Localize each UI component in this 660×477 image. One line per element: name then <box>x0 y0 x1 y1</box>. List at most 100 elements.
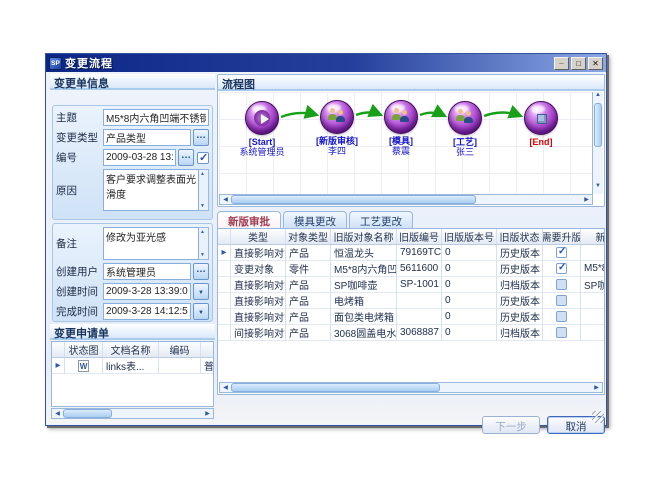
selected-row-icon <box>55 360 60 371</box>
reason-scrollbar[interactable] <box>199 169 209 211</box>
scroll-left-icon[interactable]: ◀ <box>220 196 231 203</box>
upgrade-checkbox[interactable] <box>556 263 567 274</box>
minimize-button[interactable] <box>554 57 569 70</box>
request-table-hscrollbar[interactable]: ◀ ▶ <box>51 408 214 419</box>
col-new[interactable]: 新版 <box>581 229 605 244</box>
subject-input[interactable] <box>103 109 209 126</box>
craft-node-tag: [工艺] <box>423 137 507 147</box>
approval-table-hscrollbar[interactable]: ◀ ▶ <box>219 382 603 393</box>
reason-textarea[interactable]: 客户要求调整表面光滑度 <box>103 169 199 211</box>
scroll-thumb[interactable] <box>63 409 112 418</box>
create-user-input[interactable] <box>103 263 191 280</box>
request-table-header-row: 状态图 文档名称 编码 <box>52 342 213 358</box>
flow-chart-header: 流程图 <box>218 75 604 91</box>
finish-time-label: 完成时间 <box>56 304 103 319</box>
people-node-icon <box>384 100 418 134</box>
col-old-name[interactable]: 旧版对象名称 <box>331 229 397 244</box>
close-button[interactable] <box>588 57 603 70</box>
number-ellipsis-button[interactable] <box>178 149 194 166</box>
col-code[interactable]: 编码 <box>159 342 201 357</box>
subject-label: 主题 <box>56 110 103 125</box>
number-input[interactable] <box>103 149 176 166</box>
remark-scrollbar[interactable] <box>199 227 209 260</box>
col-need-upgrade[interactable]: 需要升版 <box>543 229 581 244</box>
tab-new-version-approval[interactable]: 新版审批 <box>217 211 281 228</box>
change-process-window: 变更流程 变更单信息 主题 变更类型 <box>45 53 607 426</box>
titlebar[interactable]: 变更流程 <box>46 54 606 72</box>
resize-grip[interactable] <box>592 411 604 423</box>
flow-node-mold[interactable] <box>384 100 418 134</box>
flow-vscrollbar[interactable]: ▲ ▼ <box>592 92 603 194</box>
desktop: 变更流程 变更单信息 主题 变更类型 <box>0 0 660 477</box>
start-node-name: 系统管理员 <box>220 147 304 157</box>
scroll-left-icon[interactable]: ◀ <box>220 384 231 391</box>
table-row[interactable]: 直接影响对象 产品 面包类电烤箱 0 历史版本 <box>218 309 605 325</box>
col-old-ver[interactable]: 旧版版本号 <box>442 229 497 244</box>
finish-time-dropdown-button[interactable] <box>193 303 209 320</box>
remark-textarea[interactable]: 修改为亚光感 <box>103 227 199 260</box>
request-table-row[interactable]: links表... 普通 <box>52 358 213 374</box>
end-node-icon <box>524 101 558 135</box>
create-user-label: 创建用户 <box>56 264 103 279</box>
end-node-tag: [End] <box>499 137 583 147</box>
scroll-thumb[interactable] <box>594 103 602 147</box>
tab-mold-change[interactable]: 模具更改 <box>283 211 347 228</box>
app-icon <box>49 57 62 70</box>
flow-node-review[interactable] <box>320 100 354 134</box>
create-time-dropdown-button[interactable] <box>193 283 209 300</box>
number-label: 编号 <box>56 150 103 165</box>
col-doc-name[interactable]: 文档名称 <box>103 342 159 357</box>
scroll-right-icon[interactable]: ▶ <box>581 196 592 203</box>
table-row[interactable]: 直接影响对象 产品 电烤箱 0 历史版本 <box>218 293 605 309</box>
scroll-thumb[interactable] <box>231 195 476 204</box>
tab-craft-change[interactable]: 工艺更改 <box>349 211 413 228</box>
maximize-button[interactable] <box>571 57 586 70</box>
flow-chart-canvas[interactable]: [Start] 系统管理员 [新版审核] 李四 <box>219 92 592 194</box>
table-row[interactable]: 间接影响对象 产品 3068圆盖电水壶 3068887 0 归档版本 <box>218 325 605 341</box>
people-node-icon <box>448 101 482 135</box>
scroll-thumb[interactable] <box>231 383 440 392</box>
upgrade-checkbox[interactable] <box>556 295 567 306</box>
upgrade-checkbox[interactable] <box>556 247 567 258</box>
col-obj-type[interactable]: 对象类型 <box>286 229 331 244</box>
upgrade-checkbox[interactable] <box>556 279 567 290</box>
start-node-icon <box>245 101 279 135</box>
scroll-right-icon[interactable]: ▶ <box>591 384 602 391</box>
table-row[interactable]: 直接影响对象 产品 恒温龙头 79169TC 0 历史版本 <box>218 245 605 261</box>
table-row[interactable]: 变更对象 零件 M5*8内六角凹... 5611600 0 历史版本 M5*8 <box>218 261 605 277</box>
craft-node-name: 张三 <box>423 147 507 157</box>
change-fields-box-2: 备注 修改为亚光感 创建用户 创建时间 完 <box>52 223 213 322</box>
create-user-ellipsis-button[interactable] <box>193 263 209 280</box>
reason-label: 原因 <box>56 183 103 198</box>
flow-hscrollbar[interactable]: ◀ ▶ <box>219 194 593 205</box>
next-step-button[interactable]: 下一步 <box>482 416 540 434</box>
scroll-right-icon[interactable]: ▶ <box>202 410 213 417</box>
col-extra[interactable] <box>201 342 214 357</box>
people-node-icon <box>320 100 354 134</box>
change-info-panel: 变更单信息 主题 变更类型 编号 <box>50 74 215 419</box>
flow-chart-panel: 流程图 <box>217 74 605 207</box>
scroll-down-icon[interactable]: ▼ <box>593 183 603 194</box>
col-old-status[interactable]: 旧版状态 <box>497 229 543 244</box>
flow-node-end[interactable] <box>524 101 558 135</box>
scroll-up-icon[interactable]: ▲ <box>593 92 603 103</box>
change-tabs: 新版审批 模具更改 工艺更改 <box>217 211 413 228</box>
col-status-icon[interactable]: 状态图 <box>65 342 103 357</box>
col-old-no[interactable]: 旧版编号 <box>397 229 442 244</box>
finish-time-input[interactable] <box>103 303 191 320</box>
flow-node-craft[interactable] <box>448 101 482 135</box>
col-type[interactable]: 类型 <box>231 229 286 244</box>
table-row[interactable]: 直接影响对象 产品 SP咖啡壶 SP-1001 0 归档版本 SP咖 <box>218 277 605 293</box>
create-time-input[interactable] <box>103 283 191 300</box>
remark-label: 备注 <box>56 236 103 251</box>
change-type-input[interactable] <box>103 129 191 146</box>
upgrade-checkbox[interactable] <box>556 311 567 322</box>
flow-node-start[interactable] <box>245 101 279 135</box>
scroll-left-icon[interactable]: ◀ <box>52 410 63 417</box>
upgrade-checkbox[interactable] <box>556 327 567 338</box>
start-node-tag: [Start] <box>220 137 304 147</box>
window-title: 变更流程 <box>65 55 554 71</box>
request-form-header: 变更申请单 <box>50 324 215 340</box>
number-checkbox[interactable] <box>197 152 209 164</box>
change-type-ellipsis-button[interactable] <box>193 129 209 146</box>
